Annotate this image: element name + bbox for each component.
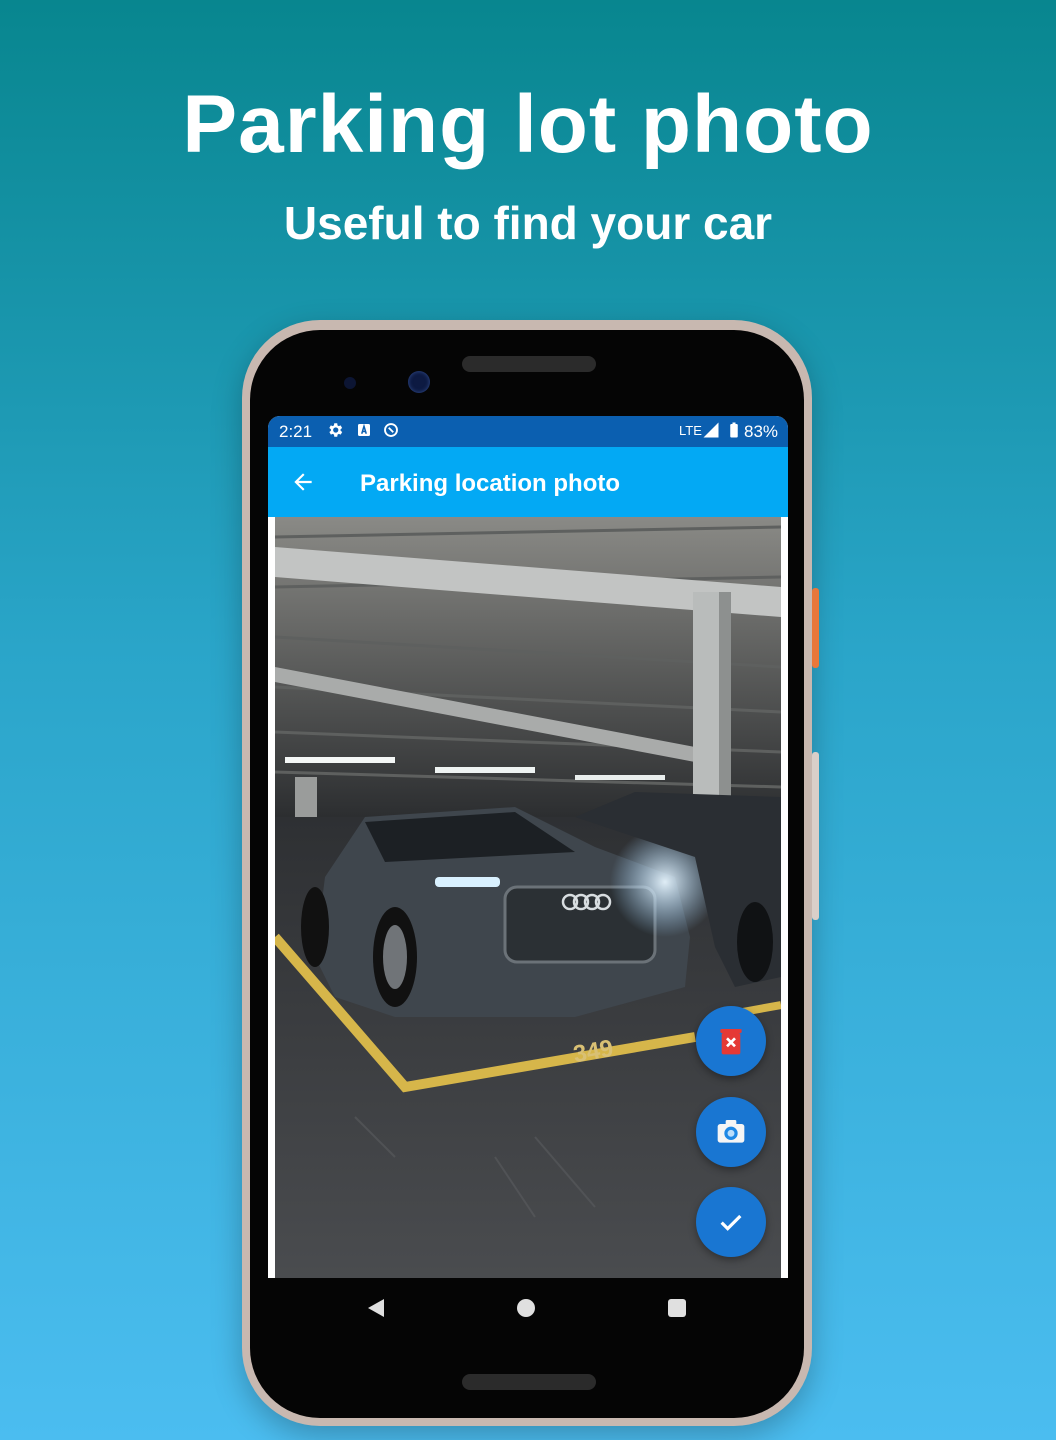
take-photo-button[interactable]	[696, 1097, 766, 1167]
phone-screen: 2:21 LTE 83% Parking location photo 349	[268, 416, 788, 1278]
battery-percent: 83%	[744, 422, 779, 441]
nav-home-icon[interactable]	[517, 1299, 535, 1317]
promo-subheadline: Useful to find your car	[283, 197, 773, 249]
arrow-back-icon[interactable]	[290, 469, 316, 495]
status-time: 2:21	[279, 422, 313, 441]
front-camera	[408, 371, 430, 393]
app-bar-title: Parking location photo	[360, 470, 621, 497]
phone-side-button-orange	[812, 588, 819, 668]
navigation-bar	[268, 1278, 788, 1338]
check-icon	[720, 1214, 742, 1231]
promo-headline: Parking lot photo	[182, 79, 874, 170]
battery-icon	[730, 422, 738, 438]
trash-icon	[720, 1029, 742, 1055]
phone-side-button	[812, 752, 819, 920]
bottom-speaker	[462, 1374, 596, 1390]
settings-icon	[329, 423, 343, 437]
network-type: LTE	[679, 423, 702, 438]
signal-icon	[703, 422, 719, 438]
nav-recents-icon[interactable]	[668, 1299, 686, 1317]
nav-back-icon[interactable]	[366, 1298, 386, 1318]
a-icon	[358, 423, 370, 436]
app-bar: Parking location photo	[268, 447, 788, 517]
delete-photo-button[interactable]	[696, 1006, 766, 1076]
front-sensor	[344, 377, 356, 389]
sync-icon	[384, 423, 398, 437]
earpiece-speaker	[462, 356, 596, 372]
camera-icon	[717, 1120, 745, 1143]
status-bar: 2:21 LTE 83%	[268, 416, 788, 447]
parking-photo: 349	[275, 517, 781, 1278]
confirm-photo-button[interactable]	[696, 1187, 766, 1257]
